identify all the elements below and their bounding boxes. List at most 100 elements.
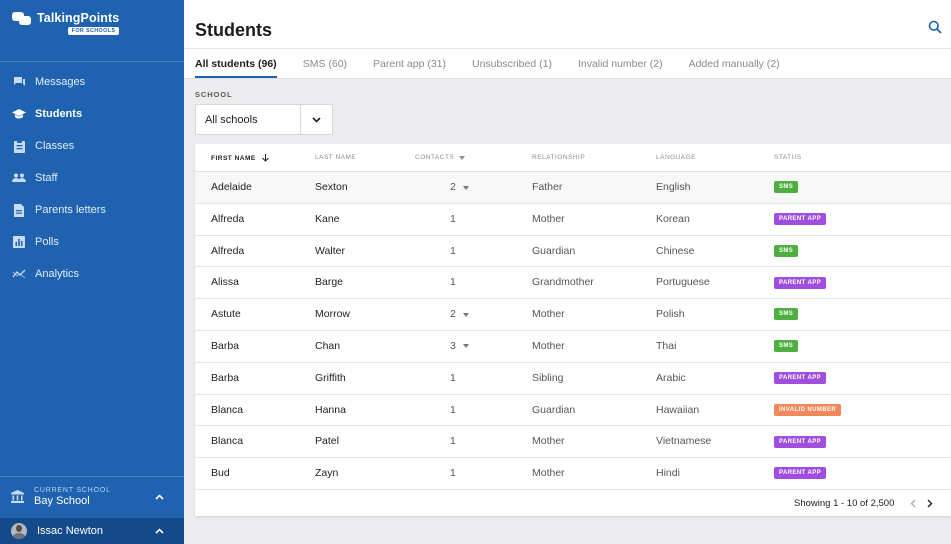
cell-relationship: Father <box>532 181 563 193</box>
chevron-left-icon[interactable] <box>907 496 919 510</box>
sidebar-divider <box>0 61 184 62</box>
cell-relationship: Guardian <box>532 403 576 416</box>
cell-relationship: Mother <box>532 339 565 352</box>
cell-language: English <box>656 181 691 193</box>
sidebar-item-label: Parents letters <box>35 204 106 216</box>
school-select-value: All schools <box>205 113 258 126</box>
clipboard-icon <box>12 139 26 153</box>
sidebar-item-classes[interactable]: Classes <box>0 130 184 162</box>
tab-all-students[interactable]: All students (96) <box>195 52 277 78</box>
column-header-contacts[interactable]: CONTACTS <box>415 154 466 161</box>
current-school-name: Bay School <box>34 494 90 507</box>
table-row[interactable]: Alfreda Kane 1 Mother Korean PARENT APP <box>195 204 951 236</box>
cell-relationship: Grandmother <box>532 276 594 289</box>
column-header-last-name[interactable]: LAST NAME <box>315 154 356 161</box>
tab-bar: All students (96) SMS (60) Parent app (3… <box>195 52 806 79</box>
column-header-status[interactable]: STATUS <box>774 154 802 161</box>
pagination-summary: Showing 1 - 10 of 2,500 <box>794 498 895 509</box>
cell-language: Korean <box>656 212 690 225</box>
cell-status: SMS <box>774 172 799 203</box>
tab-parent-app[interactable]: Parent app (31) <box>373 52 446 78</box>
cell-status: PARENT APP <box>774 458 827 489</box>
cell-status: PARENT APP <box>774 204 827 235</box>
column-header-language[interactable]: LANGUAGE <box>656 154 696 161</box>
status-badge: PARENT APP <box>774 435 827 448</box>
sidebar-item-students[interactable]: Students <box>0 98 184 130</box>
table-row[interactable]: Blanca Hanna 1 Guardian Hawaiian INVALID NUMB… <box>195 395 951 427</box>
user-menu[interactable]: Issac Newton <box>0 518 184 544</box>
chat-icon <box>12 75 26 89</box>
contacts-count: 1 <box>450 435 456 448</box>
cell-contacts[interactable]: 2 <box>450 172 469 203</box>
sidebar-item-messages[interactable]: Messages <box>0 66 184 98</box>
tab-invalid-number[interactable]: Invalid number (2) <box>578 52 663 78</box>
document-icon <box>12 203 26 217</box>
contacts-count: 2 <box>450 181 456 193</box>
table-row[interactable]: Bud Zayn 1 Mother Hindi PARENT APP <box>195 458 951 490</box>
cell-language: Vietnamese <box>656 435 712 448</box>
cell-last-name: Patel <box>315 435 339 448</box>
cell-contacts: 1 <box>450 363 456 394</box>
school-select[interactable]: All schools <box>195 104 333 135</box>
tab-added-manually[interactable]: Added manually (2) <box>689 52 780 78</box>
sidebar-item-polls[interactable]: Polls <box>0 226 184 258</box>
table-row[interactable]: Alissa Barge 1 Grandmother Portuguese PARENT … <box>195 267 951 300</box>
table-row[interactable]: Astute Morrow 2 Mother Polish SMS <box>195 299 951 331</box>
cell-status: SMS <box>774 299 799 330</box>
column-header-first-name[interactable]: FIRST NAME <box>211 154 269 162</box>
cell-last-name: Sexton <box>315 181 348 193</box>
sidebar-nav: Messages Students Classes Staff Parents … <box>0 66 184 290</box>
caret-down-icon[interactable] <box>462 312 469 317</box>
current-school-switcher[interactable]: CURRENT SCHOOL Bay School <box>0 476 184 516</box>
cell-relationship: Guardian <box>532 244 576 257</box>
sidebar: TalkingPoints FOR SCHOOLS Messages Stude… <box>0 0 184 544</box>
table-row[interactable]: Barba Griffith 1 Sibling Arabic PARENT APP <box>195 363 951 395</box>
chevron-right-icon[interactable] <box>924 496 936 510</box>
status-badge: SMS <box>774 181 799 194</box>
chevron-down-icon[interactable] <box>300 105 332 134</box>
people-icon <box>12 171 26 185</box>
bar-chart-icon <box>12 235 26 249</box>
column-header-label: FIRST NAME <box>211 154 256 162</box>
cell-last-name: Zayn <box>315 467 339 480</box>
table-row[interactable]: Alfreda Walter 1 Guardian Chinese SMS <box>195 236 951 268</box>
table-row[interactable]: Blanca Patel 1 Mother Vietnamese PARENT APP <box>195 426 951 459</box>
status-badge: PARENT APP <box>774 213 827 226</box>
sidebar-item-label: Staff <box>35 172 58 184</box>
school-filter-label: SCHOOL <box>195 90 233 99</box>
sidebar-item-label: Analytics <box>35 268 80 280</box>
status-badge: SMS <box>774 244 799 257</box>
page-header: Students All students (96) SMS (60) Pare… <box>184 0 951 79</box>
cell-first-name: Adelaide <box>211 181 252 193</box>
cell-contacts[interactable]: 3 <box>450 331 469 362</box>
cell-first-name: Barba <box>211 371 240 384</box>
caret-down-icon[interactable] <box>462 344 469 349</box>
graduation-cap-icon <box>12 107 26 121</box>
tab-unsubscribed[interactable]: Unsubscribed (1) <box>472 52 552 78</box>
table-row[interactable]: Adelaide Sexton 2 Father English SMS <box>195 172 951 204</box>
column-header-label: CONTACTS <box>415 154 455 161</box>
chevron-up-icon[interactable] <box>152 524 166 538</box>
talkingpoints-logo-icon <box>12 12 32 26</box>
contacts-count: 1 <box>450 244 456 257</box>
sidebar-item-analytics[interactable]: Analytics <box>0 258 184 290</box>
table-row[interactable]: Barba Chan 3 Mother Thai SMS <box>195 331 951 363</box>
brand-logo[interactable]: TalkingPoints FOR SCHOOLS <box>12 11 120 35</box>
contacts-count: 3 <box>450 339 456 352</box>
sidebar-item-parents-letters[interactable]: Parents letters <box>0 194 184 226</box>
contacts-count: 1 <box>450 371 456 384</box>
cell-last-name: Hanna <box>315 403 346 416</box>
header-divider <box>184 48 951 49</box>
search-icon[interactable] <box>928 20 944 36</box>
cell-status: INVALID NUMBER <box>774 395 842 426</box>
caret-down-icon[interactable] <box>462 185 469 190</box>
chevron-up-icon[interactable] <box>152 490 166 504</box>
tab-sms[interactable]: SMS (60) <box>303 52 347 78</box>
contacts-count: 1 <box>450 467 456 480</box>
cell-first-name: Alfreda <box>211 244 245 257</box>
cell-relationship: Mother <box>532 435 565 448</box>
cell-contacts[interactable]: 2 <box>450 299 469 330</box>
trend-line-icon <box>12 267 26 281</box>
column-header-relationship[interactable]: RELATIONSHIP <box>532 154 585 161</box>
sidebar-item-staff[interactable]: Staff <box>0 162 184 194</box>
